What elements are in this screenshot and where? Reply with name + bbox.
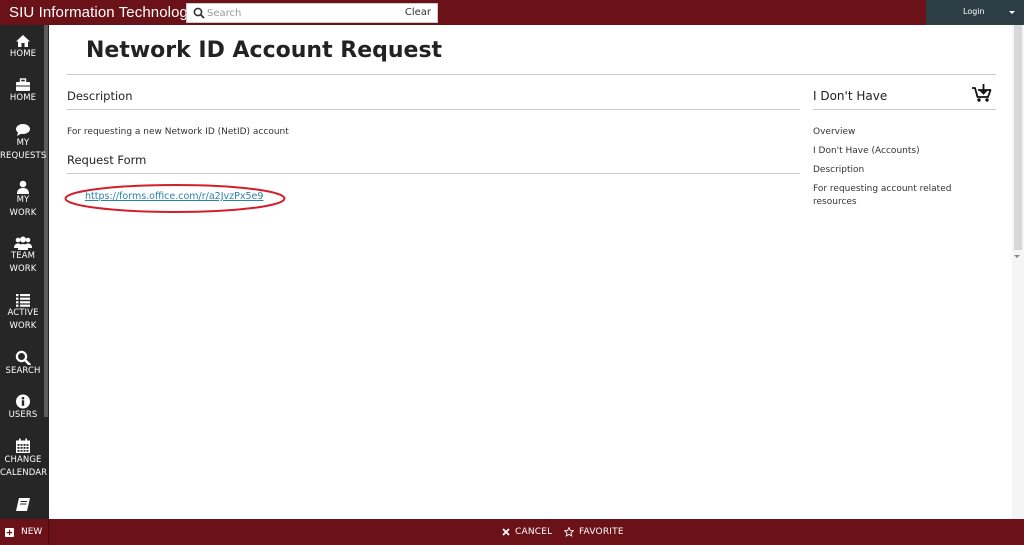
sidebar-item-home[interactable]: HOME <box>0 34 46 61</box>
info-icon <box>16 394 30 409</box>
page-title: Network ID Account Request <box>86 38 443 63</box>
top-bar: SIU Information Technology Clear Login <box>0 0 1024 25</box>
team-icon <box>14 236 32 250</box>
sidebar-item-label: SEARCH <box>5 366 41 376</box>
scroll-down-icon[interactable] <box>1014 255 1020 258</box>
speech-bubble-icon <box>16 124 30 136</box>
sidebar-item-home-2[interactable]: HOME <box>0 78 46 105</box>
category-divider <box>813 109 996 110</box>
sidebar-item-label: MY WORK <box>9 195 37 218</box>
sidebar-item-search[interactable]: SEARCH <box>0 350 46 378</box>
calendar-icon <box>16 438 30 453</box>
sidebar-item-label: TEAM WORK <box>9 251 37 274</box>
description-divider <box>67 109 800 110</box>
title-divider <box>67 74 996 75</box>
sidebar-item-label: MY REQUESTS <box>0 138 47 161</box>
sidebar-item-change-calendar[interactable]: CHANGE CALENDAR <box>0 438 48 479</box>
favorite-label: FAVORITE <box>579 527 624 537</box>
description-text: For requesting a new Network ID (NetID) … <box>67 127 289 137</box>
search-input[interactable] <box>207 5 387 21</box>
app-title[interactable]: SIU Information Technology <box>9 4 196 21</box>
sidebar-item-knowledge[interactable] <box>0 497 46 512</box>
favorite-button[interactable]: FAVORITE <box>564 527 624 537</box>
category-description-label: Description <box>813 165 865 175</box>
new-label: NEW <box>21 527 43 537</box>
briefcase-icon <box>16 78 30 91</box>
sidebar: HOME HOME MY REQUESTS MY WORK TEAM WORK … <box>0 25 49 519</box>
new-button[interactable]: NEW <box>5 527 42 537</box>
sidebar-item-my-work[interactable]: MY WORK <box>0 180 46 219</box>
caret-down-icon <box>1009 11 1015 14</box>
login-menu[interactable]: Login <box>926 0 1024 25</box>
add-to-cart-icon[interactable] <box>971 83 993 103</box>
bottom-bar: NEW CANCEL FAVORITE <box>0 519 1024 545</box>
sidebar-item-team-work[interactable]: TEAM WORK <box>0 236 46 275</box>
list-icon <box>16 294 30 307</box>
cancel-button[interactable]: CANCEL <box>502 527 552 537</box>
home-icon <box>16 35 30 47</box>
login-label[interactable]: Login <box>963 7 985 16</box>
description-heading: Description <box>67 89 133 103</box>
request-form-link[interactable]: https://forms.office.com/r/a2JvzPx5e9 <box>85 191 263 202</box>
category-heading: I Don't Have <box>813 89 888 103</box>
request-link-container: https://forms.office.com/r/a2JvzPx5e9 <box>64 183 286 214</box>
clear-button[interactable]: Clear <box>405 7 431 18</box>
user-icon <box>17 180 29 194</box>
new-area: NEW <box>0 519 49 545</box>
sidebar-item-label: CHANGE CALENDAR <box>0 455 48 478</box>
search-icon <box>193 7 205 19</box>
close-icon <box>502 528 510 536</box>
search-box[interactable]: Clear <box>186 3 438 23</box>
sidebar-item-users[interactable]: USERS <box>0 394 46 422</box>
plus-square-icon <box>5 527 14 537</box>
sidebar-item-my-requests[interactable]: MY REQUESTS <box>0 123 46 162</box>
request-form-heading: Request Form <box>67 153 147 167</box>
search-icon <box>15 350 31 365</box>
page-scrollbar-thumb[interactable] <box>1014 25 1022 250</box>
book-icon <box>16 498 30 511</box>
sidebar-item-label: HOME <box>9 49 37 59</box>
sidebar-item-label: USERS <box>8 410 38 420</box>
sidebar-item-active-work[interactable]: ACTIVE WORK <box>0 293 46 332</box>
sidebar-item-label: ACTIVE WORK <box>7 308 39 331</box>
category-description-text: For requesting account related resources <box>813 184 952 207</box>
request-form-divider <box>67 173 800 174</box>
breadcrumb-category[interactable]: I Don't Have (Accounts) <box>813 145 920 158</box>
star-icon <box>564 527 574 537</box>
cancel-label: CANCEL <box>515 527 553 537</box>
sidebar-item-label: HOME <box>9 93 37 103</box>
breadcrumb-overview[interactable]: Overview <box>813 126 855 139</box>
